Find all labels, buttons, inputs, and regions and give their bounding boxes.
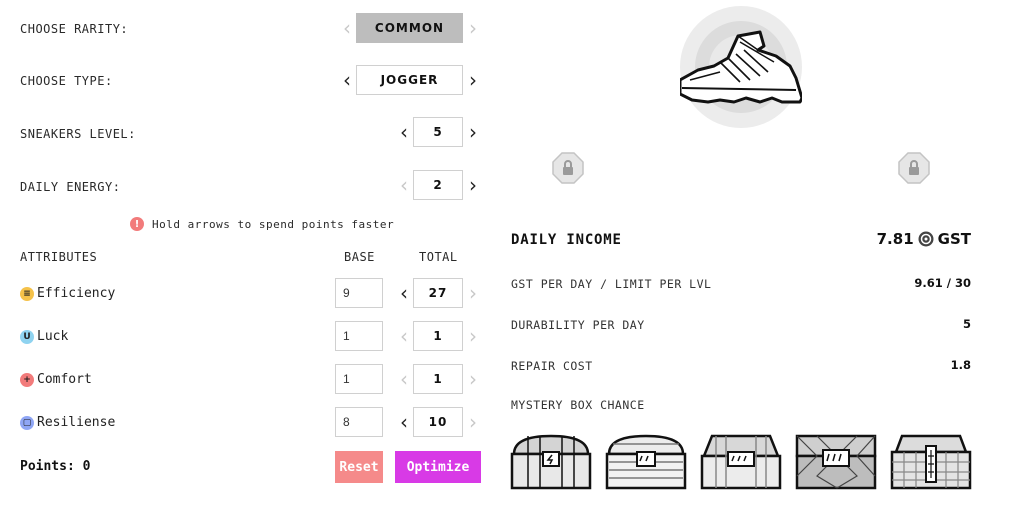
attribute-efficiency: ≡ Efficiency: [20, 286, 115, 301]
durability-label: DURABILITY PER DAY: [511, 318, 645, 332]
comfort-icon: +: [20, 372, 34, 387]
attribute-luck: U Luck: [20, 329, 68, 344]
energy-label: DAILY ENERGY:: [20, 180, 121, 194]
repair-cost-value: 1.8: [950, 358, 971, 372]
daily-income-value: 7.81 GST: [877, 230, 971, 248]
efficiency-base-input[interactable]: 9: [335, 278, 383, 308]
resilience-base-input[interactable]: 8: [335, 407, 383, 437]
luck-total: 1: [413, 321, 463, 351]
luck-increase-arrow[interactable]: ›: [466, 325, 480, 347]
level-label: SNEAKERS LEVEL:: [20, 127, 136, 141]
gst-per-day-label: GST PER DAY / LIMIT PER LVL: [511, 277, 712, 291]
gst-token-icon: [918, 231, 934, 247]
points-label: Points: 0: [20, 459, 91, 474]
rarity-label: CHOOSE RARITY:: [20, 22, 129, 36]
type-prev-arrow[interactable]: ‹: [340, 69, 354, 91]
comfort-total: 1: [413, 364, 463, 394]
attribute-resilience: ▢ Resiliense: [20, 415, 115, 430]
energy-value: 2: [413, 170, 463, 200]
attributes-header: ATTRIBUTES: [20, 250, 98, 264]
attribute-name: Efficiency: [37, 286, 116, 301]
luck-icon: U: [20, 329, 34, 344]
resilience-total: 10: [413, 407, 463, 437]
income-currency: GST: [937, 230, 971, 248]
gst-per-day-value: 9.61 / 30: [914, 276, 971, 290]
efficiency-total: 27: [413, 278, 463, 308]
attribute-name: Resiliense: [37, 415, 116, 430]
income-amount: 7.81: [876, 230, 914, 248]
base-header: BASE: [344, 250, 375, 264]
sneaker-image: [678, 6, 804, 128]
luck-decrease-arrow[interactable]: ‹: [397, 325, 411, 347]
mystery-box-level-5-icon: [890, 432, 972, 492]
level-prev-arrow[interactable]: ‹: [397, 121, 411, 143]
efficiency-decrease-arrow[interactable]: ‹: [397, 282, 411, 304]
energy-prev-arrow[interactable]: ‹: [397, 174, 411, 196]
resilience-icon: ▢: [20, 415, 34, 430]
comfort-decrease-arrow[interactable]: ‹: [397, 368, 411, 390]
reset-button[interactable]: Reset: [335, 451, 383, 483]
efficiency-icon: ≡: [20, 286, 34, 301]
energy-next-arrow[interactable]: ›: [466, 174, 480, 196]
mystery-box-level-2-icon: [605, 432, 687, 492]
mystery-box-label: MYSTERY BOX CHANCE: [511, 398, 645, 412]
rarity-value: COMMON: [356, 13, 463, 43]
rarity-prev-arrow[interactable]: ‹: [340, 17, 354, 39]
mystery-box-level-3-icon: [700, 432, 782, 492]
hint-text: Hold arrows to spend points faster: [152, 217, 395, 231]
repair-cost-label: REPAIR COST: [511, 359, 593, 373]
level-value: 5: [413, 117, 463, 147]
resilience-increase-arrow[interactable]: ›: [466, 411, 480, 433]
attribute-name: Comfort: [37, 372, 92, 387]
hint-row: ! Hold arrows to spend points faster: [130, 217, 394, 231]
type-label: CHOOSE TYPE:: [20, 74, 113, 88]
rarity-next-arrow[interactable]: ›: [466, 17, 480, 39]
attribute-name: Luck: [37, 329, 69, 344]
optimize-button[interactable]: Optimize: [395, 451, 481, 483]
comfort-increase-arrow[interactable]: ›: [466, 368, 480, 390]
durability-value: 5: [962, 317, 971, 331]
resilience-decrease-arrow[interactable]: ‹: [397, 411, 411, 433]
type-value: JOGGER: [356, 65, 463, 95]
comfort-base-input[interactable]: 1: [335, 364, 383, 394]
daily-income-title: DAILY INCOME: [511, 232, 622, 248]
type-next-arrow[interactable]: ›: [466, 69, 480, 91]
luck-base-input[interactable]: 1: [335, 321, 383, 351]
level-next-arrow[interactable]: ›: [466, 121, 480, 143]
efficiency-increase-arrow[interactable]: ›: [466, 282, 480, 304]
mystery-box-level-1-icon: [510, 432, 592, 492]
lock-icon[interactable]: [898, 152, 930, 184]
lock-icon[interactable]: [552, 152, 584, 184]
mystery-box-level-4-icon: [795, 432, 877, 492]
attribute-comfort: + Comfort: [20, 372, 92, 387]
total-header: TOTAL: [419, 250, 458, 264]
info-icon: !: [130, 217, 144, 231]
